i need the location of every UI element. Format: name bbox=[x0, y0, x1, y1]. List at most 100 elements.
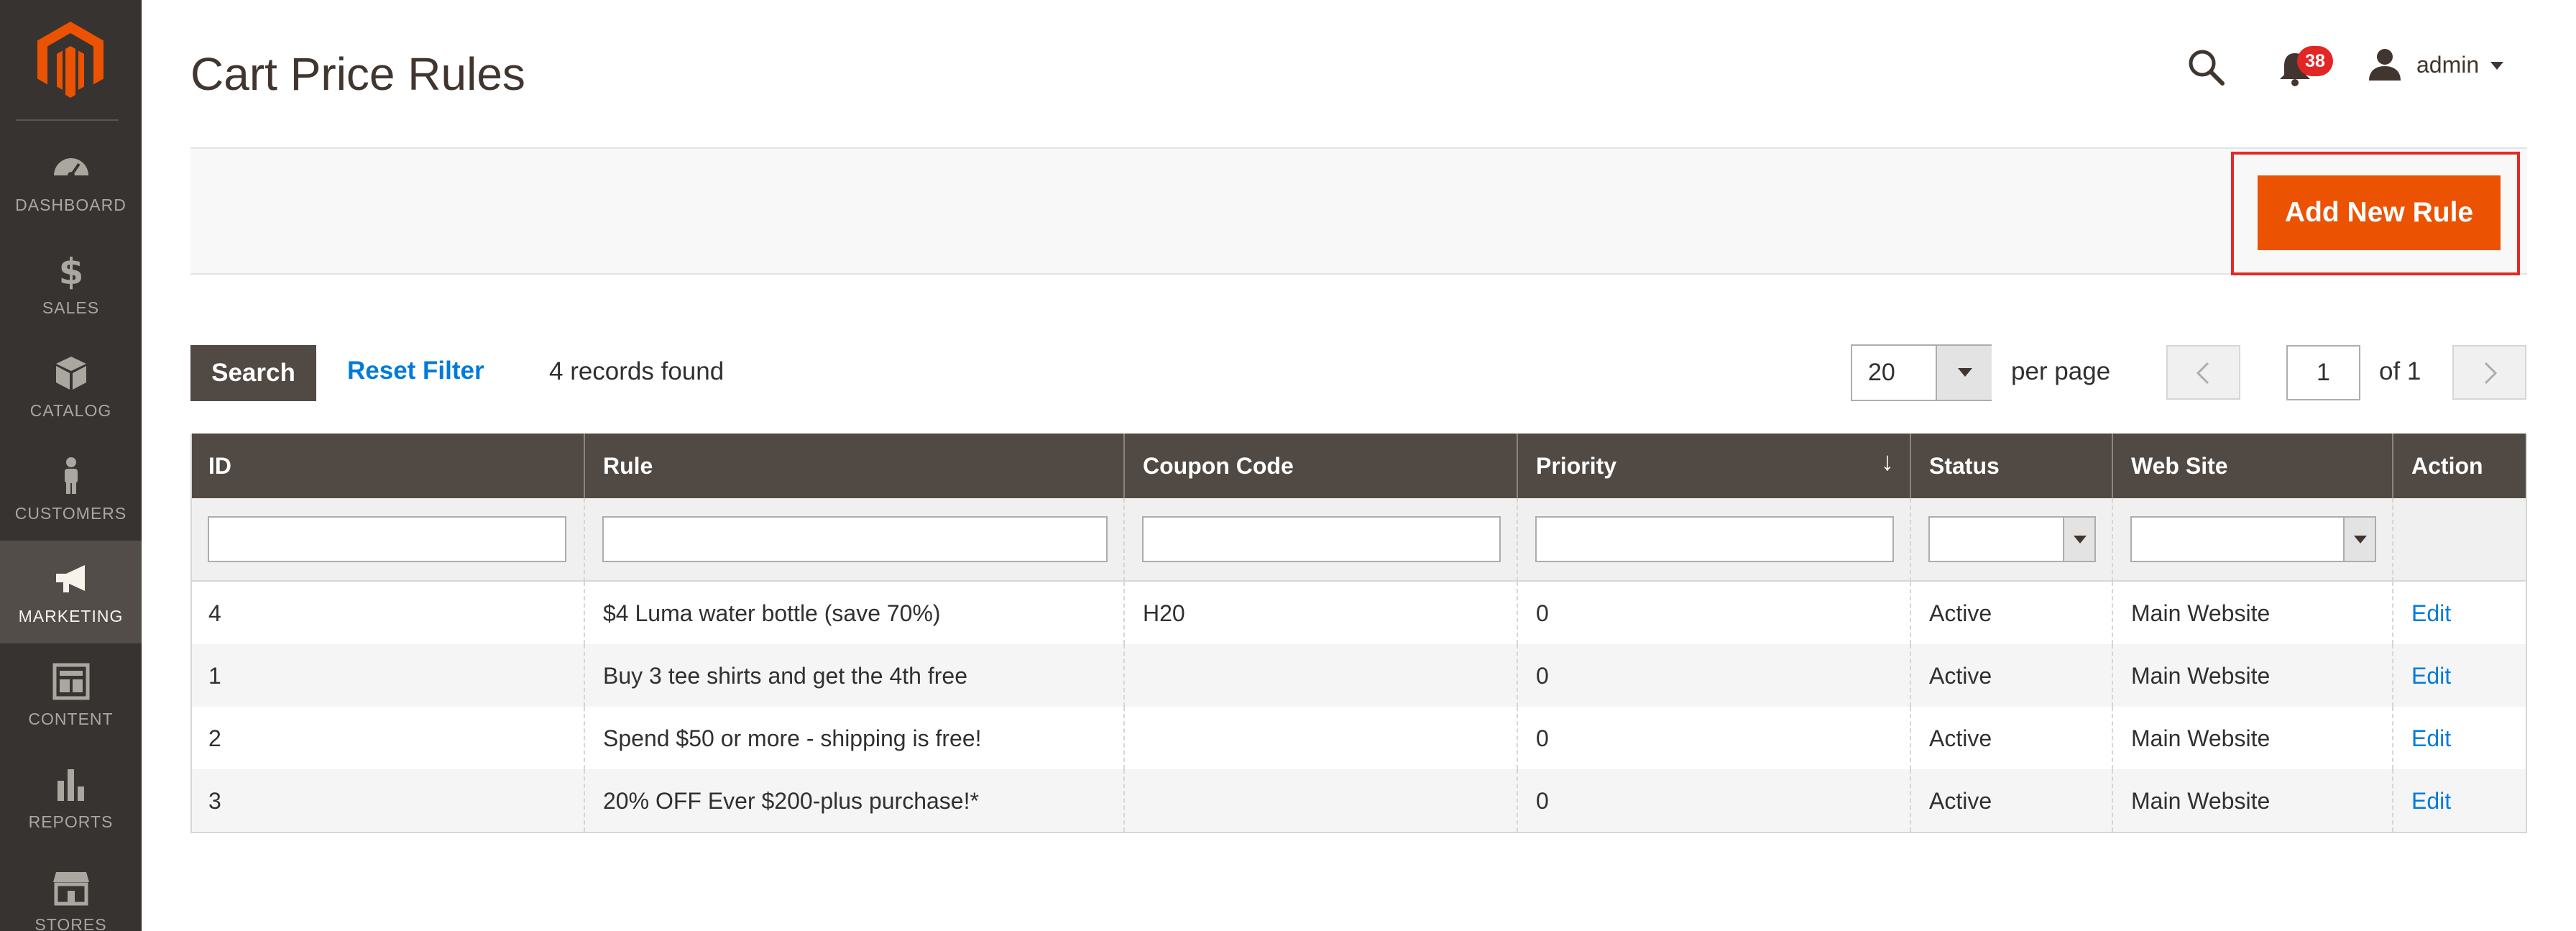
sidebar-item-customers[interactable]: CUSTOMERS bbox=[0, 438, 142, 541]
filter-cell bbox=[1517, 498, 1910, 582]
filter-rule-input[interactable] bbox=[602, 516, 1108, 562]
sidebar-item-label: MARKETING bbox=[18, 607, 124, 625]
cell-rule: 20% OFF Ever $200-plus purchase!* bbox=[584, 769, 1123, 832]
dollar-icon: $ bbox=[50, 249, 92, 291]
sidebar-item-label: CUSTOMERS bbox=[14, 504, 127, 523]
column-label: Action bbox=[2411, 453, 2483, 479]
cell-website: Main Website bbox=[2112, 582, 2392, 644]
admin-username[interactable]: admin bbox=[2416, 52, 2479, 78]
records-count: 4 records found bbox=[549, 357, 724, 385]
column-header-id[interactable]: ID bbox=[190, 434, 584, 498]
cart-price-rules-grid: ID Rule Coupon Code Priority ↓ Status Web… bbox=[190, 434, 2527, 833]
column-label: Priority bbox=[1536, 453, 1617, 479]
table-row[interactable]: 3 20% OFF Ever $200-plus purchase!* 0 Ac… bbox=[190, 769, 2527, 832]
column-label: Rule bbox=[603, 453, 653, 479]
person-icon bbox=[50, 455, 92, 497]
current-page-input[interactable] bbox=[2286, 345, 2360, 400]
cell-website: Main Website bbox=[2112, 707, 2392, 769]
cell-status: Active bbox=[1910, 769, 2112, 832]
user-icon[interactable] bbox=[2366, 46, 2404, 83]
cell-rule: Buy 3 tee shirts and get the 4th free bbox=[584, 644, 1123, 707]
cell-id: 4 bbox=[208, 600, 221, 626]
column-header-status[interactable]: Status bbox=[1910, 434, 2112, 498]
filter-website-select[interactable] bbox=[2130, 516, 2376, 562]
edit-link[interactable]: Edit bbox=[2392, 707, 2527, 769]
magento-logo-icon bbox=[37, 22, 104, 98]
column-label: Status bbox=[1929, 453, 2000, 479]
table-row[interactable]: 4 $4 Luma water bottle (save 70%) H20 0 … bbox=[190, 582, 2527, 644]
filter-cell bbox=[584, 498, 1123, 582]
grid-header: ID Rule Coupon Code Priority ↓ Status Web… bbox=[190, 434, 2527, 498]
filter-cell bbox=[1123, 498, 1517, 582]
cell-id: 2 bbox=[208, 725, 221, 751]
chevron-left-icon bbox=[2196, 362, 2209, 385]
storefront-icon bbox=[50, 866, 92, 908]
sidebar-item-marketing[interactable]: MARKETING bbox=[0, 541, 142, 643]
grid-bottom-border bbox=[190, 832, 2527, 833]
chevron-right-icon bbox=[2484, 362, 2498, 385]
search-icon[interactable] bbox=[2185, 46, 2227, 88]
bar-chart-icon bbox=[50, 763, 92, 805]
previous-page-button[interactable] bbox=[2166, 345, 2240, 400]
search-button[interactable]: Search bbox=[190, 345, 316, 401]
column-header-rule[interactable]: Rule bbox=[584, 434, 1123, 498]
column-header-coupon-code[interactable]: Coupon Code bbox=[1123, 434, 1517, 498]
sidebar-item-label: REPORTS bbox=[28, 812, 114, 831]
cube-icon bbox=[50, 352, 92, 394]
cell-priority: 0 bbox=[1517, 769, 1910, 832]
cell-coupon bbox=[1123, 769, 1517, 832]
edit-link[interactable]: Edit bbox=[2392, 644, 2527, 707]
reset-filter-link[interactable]: Reset Filter bbox=[347, 357, 484, 385]
chevron-down-icon[interactable] bbox=[2490, 62, 2503, 70]
magento-logo[interactable] bbox=[0, 0, 142, 121]
table-row[interactable]: 2 Spend $50 or more - shipping is free! … bbox=[190, 707, 2527, 769]
per-page-toggle[interactable] bbox=[1936, 346, 1992, 400]
sidebar-item-reports[interactable]: REPORTS bbox=[0, 746, 142, 849]
sidebar-item-label: CATALOG bbox=[29, 401, 112, 420]
sidebar-item-dashboard[interactable]: DASHBOARD bbox=[0, 129, 142, 232]
select-toggle[interactable] bbox=[2343, 518, 2375, 561]
megaphone-icon bbox=[50, 558, 92, 600]
sidebar-item-label: STORES bbox=[34, 915, 107, 931]
filter-priority-input[interactable] bbox=[1535, 516, 1894, 562]
filter-cell bbox=[2392, 498, 2527, 582]
notification-badge[interactable]: 38 bbox=[2297, 46, 2333, 76]
chevron-down-icon bbox=[2354, 536, 2367, 544]
sidebar-item-stores[interactable]: STORES bbox=[0, 849, 142, 931]
sidebar-item-label: DASHBOARD bbox=[15, 196, 126, 214]
cell-website: Main Website bbox=[2112, 644, 2392, 707]
filter-id-input[interactable] bbox=[208, 516, 566, 562]
cell-coupon bbox=[1123, 707, 1517, 769]
cell-website: Main Website bbox=[2112, 769, 2392, 832]
next-page-button[interactable] bbox=[2452, 345, 2526, 400]
column-header-web-site[interactable]: Web Site bbox=[2112, 434, 2392, 498]
per-page-label: per page bbox=[2011, 357, 2111, 385]
sidebar-item-content[interactable]: CONTENT bbox=[0, 643, 142, 746]
filter-coupon-input[interactable] bbox=[1142, 516, 1501, 562]
select-toggle[interactable] bbox=[2063, 518, 2094, 561]
edit-link[interactable]: Edit bbox=[2392, 582, 2527, 644]
cell-priority: 0 bbox=[1517, 644, 1910, 707]
sidebar-item-catalog[interactable]: CATALOG bbox=[0, 335, 142, 438]
total-pages-label: of 1 bbox=[2379, 357, 2421, 385]
admin-sidebar: DASHBOARD $ SALES CATALOG CUSTOMERS MARK… bbox=[0, 0, 142, 931]
filter-status-select[interactable] bbox=[1928, 516, 2096, 562]
per-page-select[interactable]: 20 bbox=[1851, 344, 1992, 401]
sidebar-item-sales[interactable]: $ SALES bbox=[0, 232, 142, 335]
edit-link[interactable]: Edit bbox=[2392, 769, 2527, 832]
cell-status: Active bbox=[1910, 582, 2112, 644]
cell-coupon bbox=[1123, 644, 1517, 707]
page-title: Cart Price Rules bbox=[190, 48, 525, 100]
cell-coupon: H20 bbox=[1123, 582, 1517, 644]
table-row[interactable]: 1 Buy 3 tee shirts and get the 4th free … bbox=[190, 644, 2527, 707]
column-label: Coupon Code bbox=[1143, 453, 1294, 479]
svg-text:$: $ bbox=[59, 251, 84, 291]
filter-row bbox=[190, 498, 2527, 582]
page-actions-bar bbox=[190, 147, 2527, 275]
column-label: Web Site bbox=[2131, 453, 2228, 479]
filter-cell bbox=[190, 498, 584, 582]
cell-rule: Spend $50 or more - shipping is free! bbox=[584, 707, 1123, 769]
column-header-priority[interactable]: Priority ↓ bbox=[1517, 434, 1910, 498]
filter-cell bbox=[1910, 498, 2112, 582]
add-new-rule-button[interactable]: Add New Rule bbox=[2258, 175, 2501, 250]
